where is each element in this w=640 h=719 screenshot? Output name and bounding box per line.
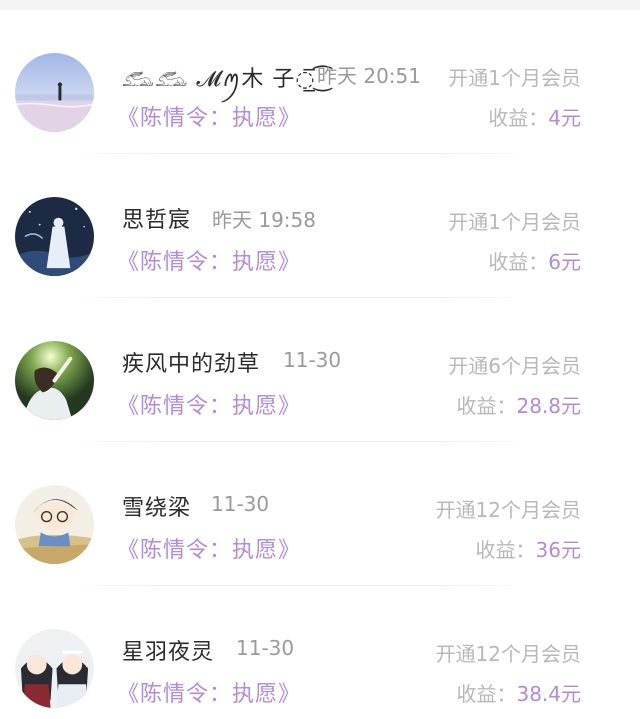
user-name: 雪绕梁 bbox=[122, 496, 192, 521]
earnings: 收益：4元 bbox=[488, 102, 581, 131]
user-name: 𓃹𓃹 𝓜ꪑ木 子◌̲̅ ͜͡ bbox=[122, 67, 324, 92]
earnings: 收益：6元 bbox=[488, 246, 581, 275]
member-earnings-list: 𓃹𓃹 𝓜ꪑ木 子◌̲̅ ͜͡ 昨天 20:51 《陈情令：执愿》 开通1个月会员… bbox=[0, 10, 640, 719]
list-item[interactable]: 疾风中的劲草 11-30 《陈情令：执愿》 开通6个月会员 收益：28.8元 bbox=[0, 298, 640, 442]
avatar-two-chibi-image bbox=[15, 629, 94, 708]
earnings-label: 收益： bbox=[475, 538, 536, 562]
earnings-amount: 28.8元 bbox=[516, 394, 581, 418]
membership-plan: 开通12个月会员 bbox=[435, 498, 581, 522]
membership-plan: 开通12个月会员 bbox=[435, 642, 581, 666]
earnings: 收益：36元 bbox=[476, 534, 581, 563]
earnings-label: 收益： bbox=[488, 250, 549, 274]
book-title-link[interactable]: 《陈情令：执愿》 bbox=[117, 100, 301, 132]
membership-plan: 开通6个月会员 bbox=[448, 354, 581, 378]
list-item[interactable]: 雪绕梁 11-30 《陈情令：执愿》 开通12个月会员 收益：36元 bbox=[0, 442, 640, 586]
earnings: 收益：28.8元 bbox=[456, 390, 581, 419]
earnings-label: 收益： bbox=[456, 394, 517, 418]
earnings-amount: 6元 bbox=[548, 250, 581, 274]
avatar-girl-light-image bbox=[15, 341, 94, 420]
user-name: 思哲宸 bbox=[122, 208, 192, 233]
timestamp: 11-30 bbox=[283, 348, 342, 372]
book-title-link[interactable]: 《陈情令：执愿》 bbox=[117, 532, 301, 564]
avatar-night-figure-image bbox=[15, 197, 94, 276]
earnings-amount: 4元 bbox=[548, 106, 581, 130]
book-title-link[interactable]: 《陈情令：执愿》 bbox=[117, 244, 301, 276]
earnings: 收益：38.4元 bbox=[456, 678, 581, 707]
top-strip bbox=[0, 0, 640, 10]
timestamp: 11-30 bbox=[211, 492, 270, 516]
avatar-beach-image bbox=[15, 53, 94, 132]
user-name: 星羽夜灵 bbox=[122, 640, 215, 665]
membership-plan: 开通1个月会员 bbox=[448, 210, 581, 234]
avatar[interactable] bbox=[15, 197, 94, 276]
list-item[interactable]: 思哲宸 昨天 19:58 《陈情令：执愿》 开通1个月会员 收益：6元 bbox=[0, 154, 640, 298]
avatar[interactable] bbox=[15, 341, 94, 420]
membership-plan: 开通1个月会员 bbox=[448, 66, 581, 90]
earnings-label: 收益： bbox=[456, 682, 517, 706]
user-name: 疾风中的劲草 bbox=[122, 352, 261, 377]
avatar[interactable] bbox=[15, 485, 94, 564]
earnings-amount: 38.4元 bbox=[516, 682, 581, 706]
timestamp: 11-30 bbox=[236, 636, 295, 660]
timestamp: 昨天 19:58 bbox=[212, 208, 316, 232]
avatar-anime-boy-image bbox=[15, 485, 94, 564]
book-title-link[interactable]: 《陈情令：执愿》 bbox=[117, 388, 301, 420]
earnings-label: 收益： bbox=[488, 106, 549, 130]
list-item[interactable]: 星羽夜灵 11-30 《陈情令：执愿》 开通12个月会员 收益：38.4元 bbox=[0, 586, 640, 719]
avatar[interactable] bbox=[15, 53, 94, 132]
book-title-link[interactable]: 《陈情令：执愿》 bbox=[117, 676, 301, 708]
earnings-amount: 36元 bbox=[535, 538, 581, 562]
list-item[interactable]: 𓃹𓃹 𝓜ꪑ木 子◌̲̅ ͜͡ 昨天 20:51 《陈情令：执愿》 开通1个月会员… bbox=[0, 10, 640, 154]
avatar[interactable] bbox=[15, 629, 94, 708]
timestamp: 昨天 20:51 bbox=[317, 64, 421, 88]
